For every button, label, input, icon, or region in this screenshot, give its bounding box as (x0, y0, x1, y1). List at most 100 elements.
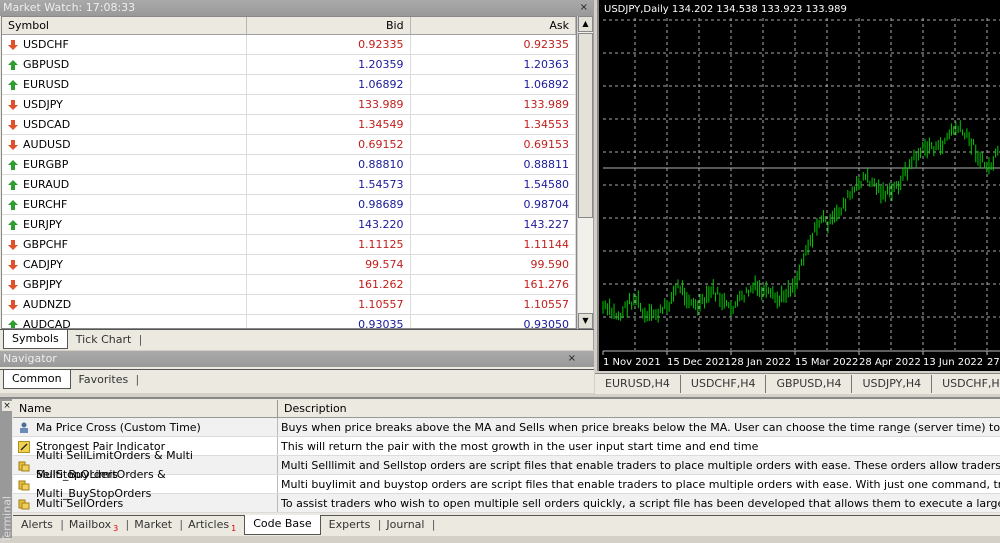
ask-price: 1.34553 (411, 115, 576, 134)
bid-price: 99.574 (247, 255, 411, 274)
ask-price: 161.276 (411, 275, 576, 294)
chart-canvas[interactable]: 1 Nov 2021 15 Dec 2021 28 Jan 2022 15 Mar 2… (599, 0, 1000, 371)
arrow-down-icon (8, 119, 18, 130)
chart-tab[interactable]: USDCHF,H1 (932, 375, 1000, 393)
arrow-down-icon (8, 259, 18, 270)
chart-tab[interactable]: USDCHF,H4 (681, 375, 767, 393)
table-row[interactable]: EURJPY 143.220 143.227 (2, 215, 576, 235)
column-header-ask[interactable]: Ask (411, 17, 576, 34)
table-row[interactable]: EURGBP 0.88810 0.88811 (2, 155, 576, 175)
tab-label: Journal (386, 518, 425, 531)
table-row[interactable]: AUDUSD 0.69152 0.69153 (2, 135, 576, 155)
table-row[interactable]: Ma Price Cross (Custom Time) Buys when pr… (13, 418, 1000, 437)
ask-price: 1.06892 (411, 75, 576, 94)
arrow-up-icon (8, 319, 18, 328)
scroll-down-button[interactable]: ▼ (578, 313, 593, 329)
arrow-up-icon (8, 219, 18, 230)
table-row[interactable]: AUDNZD 1.10557 1.10557 (2, 295, 576, 315)
bid-price: 133.989 (247, 95, 411, 114)
item-description: Multi buylimit and buystop orders are sc… (281, 478, 1000, 491)
scrollbar-thumb[interactable] (578, 33, 593, 218)
name-cell: Ma Price Cross (Custom Time) (13, 418, 278, 436)
symbol-name: GBPUSD (23, 58, 70, 71)
symbol-name: EURJPY (23, 218, 62, 231)
symbol-name: AUDNZD (23, 298, 72, 311)
terminal-panel: × Terminal Name Description Ma Price Cro… (0, 397, 1000, 543)
column-header-symbol[interactable]: Symbol (2, 17, 248, 34)
ask-price: 1.10557 (411, 295, 576, 314)
arrow-down-icon (8, 139, 18, 150)
table-row[interactable]: GBPCHF 1.11125 1.11144 (2, 235, 576, 255)
symbol-cell: USDCAD (2, 115, 248, 134)
symbol-name: EURUSD (23, 78, 70, 91)
symbol-name: GBPJPY (23, 278, 63, 291)
market-watch-title: Market Watch: 17:08:33 (3, 1, 136, 14)
bid-price: 1.54573 (247, 175, 411, 194)
bid-price: 0.93035 (247, 315, 411, 328)
bid-price: 0.98689 (247, 195, 411, 214)
market-watch-titlebar[interactable]: Market Watch: 17:08:33 × (0, 0, 593, 16)
bid-price: 1.20359 (247, 55, 411, 74)
symbol-name: USDCAD (23, 118, 71, 131)
chart-tab[interactable]: USDJPY,H4 (852, 375, 933, 393)
scroll-up-button[interactable]: ▲ (578, 16, 593, 32)
close-icon[interactable]: × (568, 351, 576, 367)
price-chart[interactable]: 1 Nov 2021 15 Dec 2021 28 Jan 2022 15 Mar 2… (597, 0, 1000, 371)
tab-label: Code Base (253, 517, 312, 530)
tab-favorites[interactable]: Favorites (71, 371, 139, 389)
arrow-up-icon (8, 199, 18, 210)
tab-tick-chart[interactable]: Tick Chart (68, 331, 142, 349)
symbol-name: CADJPY (23, 258, 64, 271)
tab-badge: 3 (113, 524, 119, 533)
table-row[interactable]: USDCHF 0.92335 0.92335 (2, 35, 576, 55)
table-row[interactable]: GBPJPY 161.262 161.276 (2, 275, 576, 295)
arrow-up-icon (8, 79, 18, 90)
table-row[interactable]: USDCAD 1.34549 1.34553 (2, 115, 576, 135)
navigator-tabs: Common Favorites (0, 369, 594, 389)
market-watch-panel: Market Watch: 17:08:33 × Symbol Bid Ask … (0, 0, 594, 350)
x-tick-label: 1 Nov 2021 (603, 357, 661, 368)
bid-price: 1.34549 (247, 115, 411, 134)
table-row[interactable]: USDJPY 133.989 133.989 (2, 95, 576, 115)
tab-code-base[interactable]: Code Base (244, 515, 321, 535)
table-row[interactable]: AUDCAD 0.93035 0.93050 (2, 315, 576, 328)
symbol-cell: EURJPY (2, 215, 248, 234)
tab-articles[interactable]: Articles 1 (180, 516, 247, 534)
script-icon (18, 459, 30, 472)
column-header-bid[interactable]: Bid (247, 17, 411, 34)
symbol-cell: EURUSD (2, 75, 248, 94)
table-row[interactable]: EURCHF 0.98689 0.98704 (2, 195, 576, 215)
tab-journal[interactable]: Journal (378, 516, 435, 534)
navigator-titlebar[interactable]: Navigator × (0, 351, 594, 367)
table-row[interactable]: EURAUD 1.54573 1.54580 (2, 175, 576, 195)
tab-alerts[interactable]: Alerts (13, 516, 64, 534)
chart-tab[interactable]: GBPUSD,H4 (766, 375, 853, 393)
close-icon[interactable]: × (580, 0, 588, 16)
bid-price: 0.92335 (247, 35, 411, 54)
table-row[interactable]: Multi_BuyLimitOrders & Multi_BuyStopOrde… (13, 468, 1000, 500)
tab-mailbox[interactable]: Mailbox 3 (61, 516, 130, 534)
column-header-description[interactable]: Description (278, 400, 1000, 417)
table-row[interactable]: EURUSD 1.06892 1.06892 (2, 75, 576, 95)
tab-market[interactable]: Market (126, 516, 183, 534)
symbol-name: USDJPY (23, 98, 63, 111)
item-name: Multi SellOrders (36, 496, 124, 510)
table-row[interactable]: GBPUSD 1.20359 1.20363 (2, 55, 576, 75)
close-icon[interactable]: × (2, 401, 12, 411)
tab-label: Experts (328, 518, 371, 531)
item-description: To assist traders who wish to open multi… (281, 497, 1000, 510)
ask-price: 0.69153 (411, 135, 576, 154)
chart-tab[interactable]: EURUSD,H4 (595, 375, 681, 393)
arrow-up-icon (8, 159, 18, 170)
x-tick-label: 15 Dec 2021 (667, 357, 731, 368)
item-description: Multi Selllimit and Sellstop orders are … (281, 459, 1000, 472)
symbol-name: EURGBP (23, 158, 69, 171)
table-row[interactable]: Multi SellOrders To assist traders who wi… (13, 494, 1000, 513)
tab-experts[interactable]: Experts (321, 516, 382, 534)
ask-price: 0.93050 (411, 315, 576, 328)
tab-symbols[interactable]: Symbols (3, 330, 68, 349)
column-header-name[interactable]: Name (13, 400, 278, 417)
table-row[interactable]: CADJPY 99.574 99.590 (2, 255, 576, 275)
tab-common[interactable]: Common (3, 370, 71, 389)
scrollbar[interactable]: ▲ ▼ (577, 16, 593, 329)
